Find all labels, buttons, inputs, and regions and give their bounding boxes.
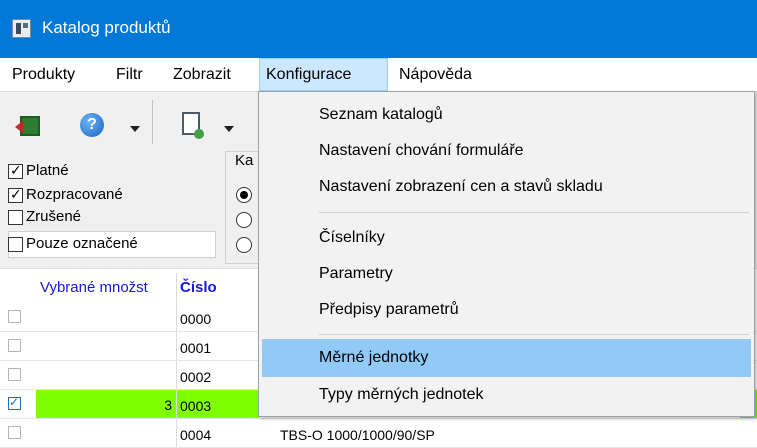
checkbox-rozpracovane[interactable]: Rozpracované (8, 184, 123, 206)
menu-filtr[interactable]: Filtr (110, 58, 149, 91)
row-checkbox[interactable] (8, 368, 21, 381)
menu-konfigurace[interactable]: Konfigurace (259, 58, 388, 91)
toolbar-separator (152, 100, 153, 144)
radio-option-3[interactable] (236, 237, 252, 253)
menu-item-parametry[interactable]: Parametry (262, 257, 751, 291)
checkbox-zrusene[interactable]: Zrušené (8, 206, 81, 228)
menu-item-ciselniky[interactable]: Číselníky (262, 221, 751, 255)
menu-item-nastaveni-zobrazeni[interactable]: Nastavení zobrazení cen a stavů skladu (262, 170, 751, 204)
menu-separator (319, 212, 749, 213)
row-code: 0004 (180, 427, 212, 443)
catalog-group-title: Ka (233, 152, 256, 169)
menu-item-merne-jednotky[interactable]: Měrné jednotky (262, 339, 751, 377)
row-qty-cell (36, 332, 176, 360)
new-document-icon[interactable] (182, 112, 204, 139)
menu-napoveda[interactable]: Nápověda (393, 58, 478, 91)
column-line (176, 361, 177, 389)
menu-item-predpisy-parametru[interactable]: Předpisy parametrů (262, 293, 751, 327)
column-header-code[interactable]: Číslo (180, 279, 217, 296)
app-icon (12, 19, 31, 38)
checkbox-label: Zrušené (26, 208, 82, 225)
radio-option-2[interactable] (236, 212, 252, 228)
table-row[interactable]: 0004 TBS-O 1000/1000/90/SP (0, 419, 757, 448)
row-code: 0001 (180, 340, 212, 356)
konfigurace-dropdown-menu: Seznam katalogů Nastavení chování formul… (258, 91, 755, 417)
exit-icon[interactable] (15, 116, 40, 136)
row-qty-cell (36, 303, 176, 331)
title-bar: Katalog produktů (0, 0, 757, 58)
row-checkbox[interactable] (8, 339, 21, 352)
new-dropdown-chevron-down-icon[interactable] (224, 126, 234, 132)
status-checkbox-group: Platné Rozpracované Zrušené Pouze označe… (0, 151, 218, 268)
checkbox-checked-icon[interactable] (8, 186, 23, 204)
menu-item-seznam-katalogu[interactable]: Seznam katalogů (262, 98, 751, 132)
row-qty-cell (36, 419, 176, 447)
checkbox-unchecked-icon[interactable] (8, 209, 23, 225)
checkbox-platne[interactable]: Platné (8, 160, 69, 182)
checkbox-label: Platné (26, 162, 69, 179)
row-qty-cell (36, 361, 176, 389)
row-qty-cell-highlighted: 3 (36, 390, 176, 418)
row-checkbox[interactable] (8, 310, 21, 323)
row-code: 0000 (180, 311, 212, 327)
row-code: 0002 (180, 369, 212, 385)
column-line (176, 419, 177, 447)
checkbox-pouze-oznacene[interactable]: Pouze označené (8, 233, 138, 255)
help-icon[interactable]: ? (80, 113, 104, 137)
menu-item-typy-mernych-jednotek[interactable]: Typy měrných jednotek (262, 378, 751, 412)
column-line (176, 332, 177, 360)
menu-separator (319, 334, 749, 335)
menu-bar: Produkty Filtr Zobrazit Konfigurace Nápo… (0, 58, 757, 91)
checkbox-checked-icon[interactable] (8, 162, 23, 180)
row-checkbox-checked[interactable] (8, 395, 21, 410)
row-code: 0003 (180, 398, 212, 414)
header-separator (176, 273, 177, 303)
window-title: Katalog produktů (42, 18, 171, 37)
checkbox-unchecked-icon[interactable] (8, 236, 23, 252)
row-checkbox[interactable] (8, 426, 21, 439)
menu-zobrazit[interactable]: Zobrazit (167, 58, 237, 91)
row-name: TBS-O 1000/1000/90/SP (280, 427, 435, 443)
checkbox-label: Pouze označené (26, 235, 138, 252)
checkbox-label: Rozpracované (26, 186, 123, 203)
help-dropdown-chevron-down-icon[interactable] (130, 126, 140, 132)
row-qty: 3 (164, 397, 172, 413)
menu-produkty[interactable]: Produkty (6, 58, 81, 91)
column-header-selected-qty[interactable]: Vybrané množst (40, 279, 148, 296)
column-line (176, 303, 177, 331)
radio-option-1[interactable] (236, 187, 252, 203)
menu-item-nastaveni-chovani[interactable]: Nastavení chování formuláře (262, 134, 751, 168)
